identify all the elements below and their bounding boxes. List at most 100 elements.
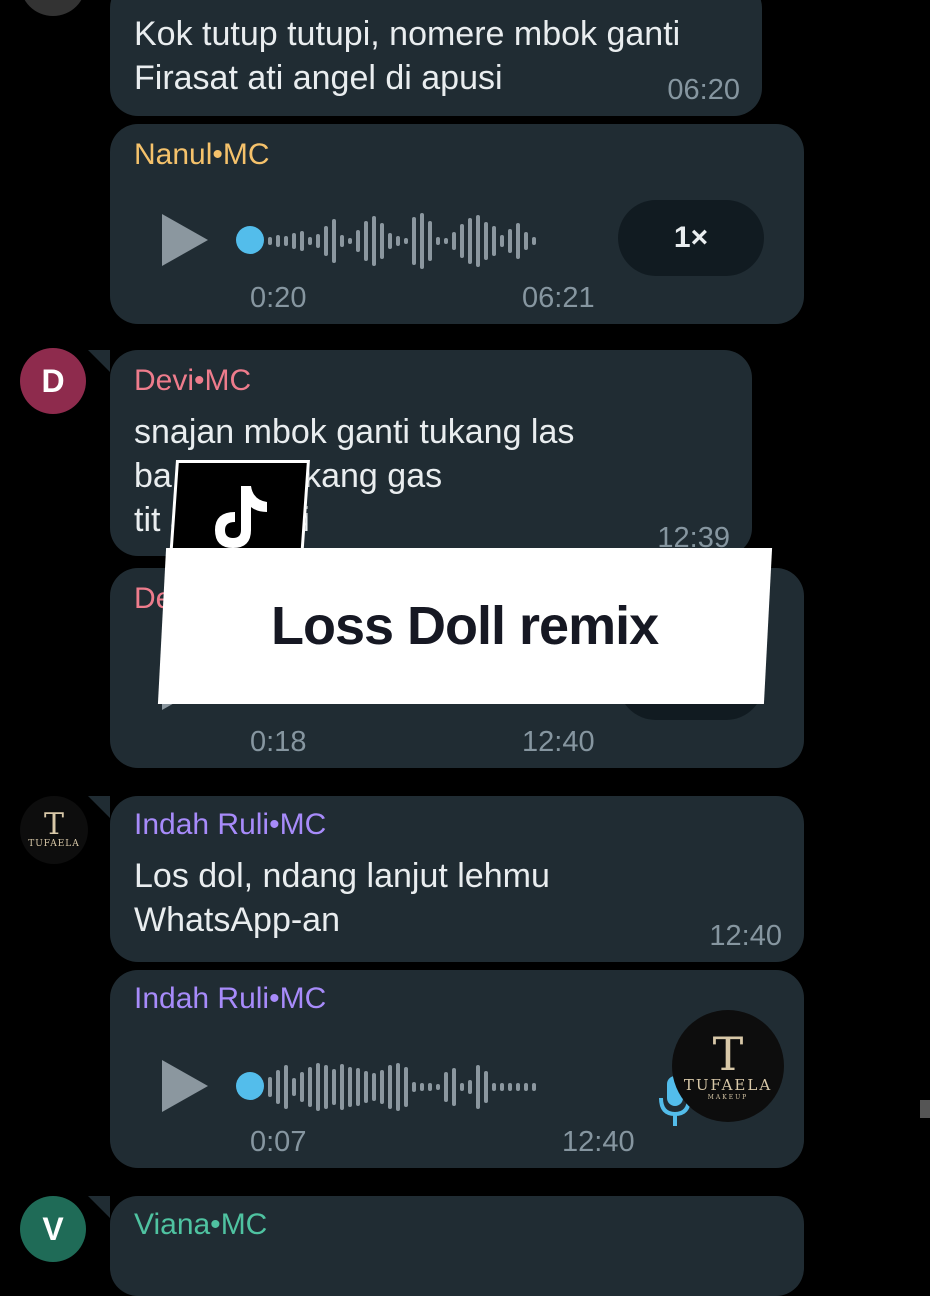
waveform-bar: [524, 232, 528, 250]
waveform-bar: [332, 1069, 336, 1105]
sender-profile-picture[interactable]: T TUFAELA MAKEUP: [672, 1010, 784, 1122]
message-text: Kok tutup tutupi, nomere mbok ganti Fira…: [134, 15, 681, 97]
waveform-bar: [356, 230, 360, 252]
waveform-bar: [340, 1064, 344, 1110]
playback-position-dot[interactable]: [236, 1072, 264, 1100]
waveform-bar: [412, 217, 416, 265]
waveform-bar: [452, 1068, 456, 1106]
waveform-bar: [444, 238, 448, 244]
waveform-bar: [404, 1067, 408, 1107]
sender-name[interactable]: Viana•MC: [134, 1208, 267, 1242]
tufaela-logo-text: TUFAELA: [683, 1075, 773, 1094]
voice-elapsed: 0:20: [250, 282, 307, 314]
message-time: 06:20: [667, 74, 740, 106]
waveform-bar: [468, 218, 472, 264]
message-text: Los dol, ndang lanjut lehmu WhatsApp-an: [134, 857, 550, 939]
waveform-bar: [268, 1077, 272, 1097]
song-title-banner[interactable]: Loss Doll remix: [157, 548, 773, 704]
waveform-bar: [372, 216, 376, 266]
waveform-bar: [476, 1065, 480, 1109]
sender-name[interactable]: Nanul•MC: [134, 138, 270, 172]
scroll-indicator[interactable]: [920, 1100, 930, 1118]
waveform-bar: [452, 232, 456, 250]
waveform-bar: [308, 1067, 312, 1107]
waveform-bar: [380, 223, 384, 259]
tufaela-logo-sub: MAKEUP: [707, 1093, 749, 1101]
sender-name[interactable]: Indah Ruli•MC: [134, 982, 326, 1016]
waveform-bar: [276, 1070, 280, 1104]
waveform-bar: [468, 1080, 472, 1094]
waveform-bar: [388, 1065, 392, 1109]
message-time: 12:40: [709, 920, 782, 952]
waveform-bar: [324, 1065, 328, 1109]
waveform-bar: [516, 223, 520, 259]
voice-elapsed: 0:18: [250, 726, 307, 758]
voice-note-bubble[interactable]: Indah Ruli•MC 0:07 12:40 T TUFAELA MAKEU…: [110, 970, 804, 1168]
waveform-bar: [492, 226, 496, 256]
waveform-bar: [500, 1083, 504, 1091]
waveform-bar: [396, 1063, 400, 1111]
voice-note-bubble[interactable]: Nanul•MC 0:20 06:21 1×: [110, 124, 804, 324]
waveform[interactable]: [268, 210, 540, 272]
play-icon[interactable]: [162, 214, 208, 266]
avatar-indah[interactable]: T TUFAELA: [20, 796, 88, 864]
song-title: Loss Doll remix: [271, 596, 659, 656]
waveform-bar: [460, 224, 464, 258]
avatar-top-partial[interactable]: [20, 0, 86, 16]
waveform-bar: [396, 236, 400, 246]
voice-elapsed: 0:07: [250, 1126, 307, 1158]
waveform-bar: [508, 1083, 512, 1091]
message-time: 06:21: [522, 282, 595, 314]
waveform-bar: [436, 1084, 440, 1090]
waveform-bar: [404, 238, 408, 244]
waveform-bar: [348, 238, 352, 244]
sender-name[interactable]: Indah Ruli•MC: [134, 808, 326, 842]
waveform-bar: [284, 236, 288, 246]
waveform[interactable]: [268, 1056, 540, 1118]
waveform-bar: [292, 233, 296, 249]
waveform-bar: [508, 229, 512, 253]
waveform-bar: [380, 1070, 384, 1104]
avatar-devi[interactable]: D: [20, 348, 86, 414]
waveform-bar: [324, 226, 328, 256]
message-time: 12:40: [562, 1126, 635, 1158]
avatar-viana[interactable]: V: [20, 1196, 86, 1262]
waveform-bar: [420, 1083, 424, 1091]
waveform-bar: [332, 219, 336, 263]
waveform-bar: [492, 1083, 496, 1091]
tufaela-logo-text: TUFAELA: [28, 839, 80, 849]
waveform-bar: [300, 1072, 304, 1102]
play-icon[interactable]: [162, 1060, 208, 1112]
waveform-bar: [444, 1072, 448, 1102]
tufaela-logo-mark: T: [712, 1026, 744, 1081]
waveform-bar: [364, 1071, 368, 1103]
waveform-bar: [476, 215, 480, 267]
waveform-bar: [420, 213, 424, 269]
waveform-bar: [348, 1067, 352, 1107]
message-bubble-text[interactable]: Indah Ruli•MC Los dol, ndang lanjut lehm…: [88, 796, 804, 962]
waveform-bar: [300, 231, 304, 251]
waveform-bar: [428, 221, 432, 261]
playback-position-dot[interactable]: [236, 226, 264, 254]
waveform-bar: [532, 237, 536, 245]
waveform-bar: [276, 235, 280, 247]
waveform-bar: [356, 1068, 360, 1106]
waveform-bar: [372, 1073, 376, 1101]
waveform-bar: [308, 237, 312, 245]
sender-name[interactable]: Devi•MC: [134, 364, 251, 398]
message-time: 12:40: [522, 726, 595, 758]
waveform-bar: [364, 221, 368, 261]
waveform-bar: [500, 235, 504, 247]
waveform-bar: [484, 222, 488, 260]
waveform-bar: [436, 237, 440, 245]
message-bubble-text[interactable]: Viana•MC: [88, 1196, 804, 1296]
waveform-bar: [516, 1083, 520, 1091]
waveform-bar: [412, 1082, 416, 1092]
waveform-bar: [428, 1083, 432, 1091]
playback-speed-button[interactable]: 1×: [618, 200, 764, 276]
waveform-bar: [316, 234, 320, 248]
message-bubble-text[interactable]: Kok tutup tutupi, nomere mbok ganti Fira…: [110, 0, 762, 116]
waveform-bar: [532, 1083, 536, 1091]
waveform-bar: [316, 1063, 320, 1111]
waveform-bar: [460, 1083, 464, 1091]
